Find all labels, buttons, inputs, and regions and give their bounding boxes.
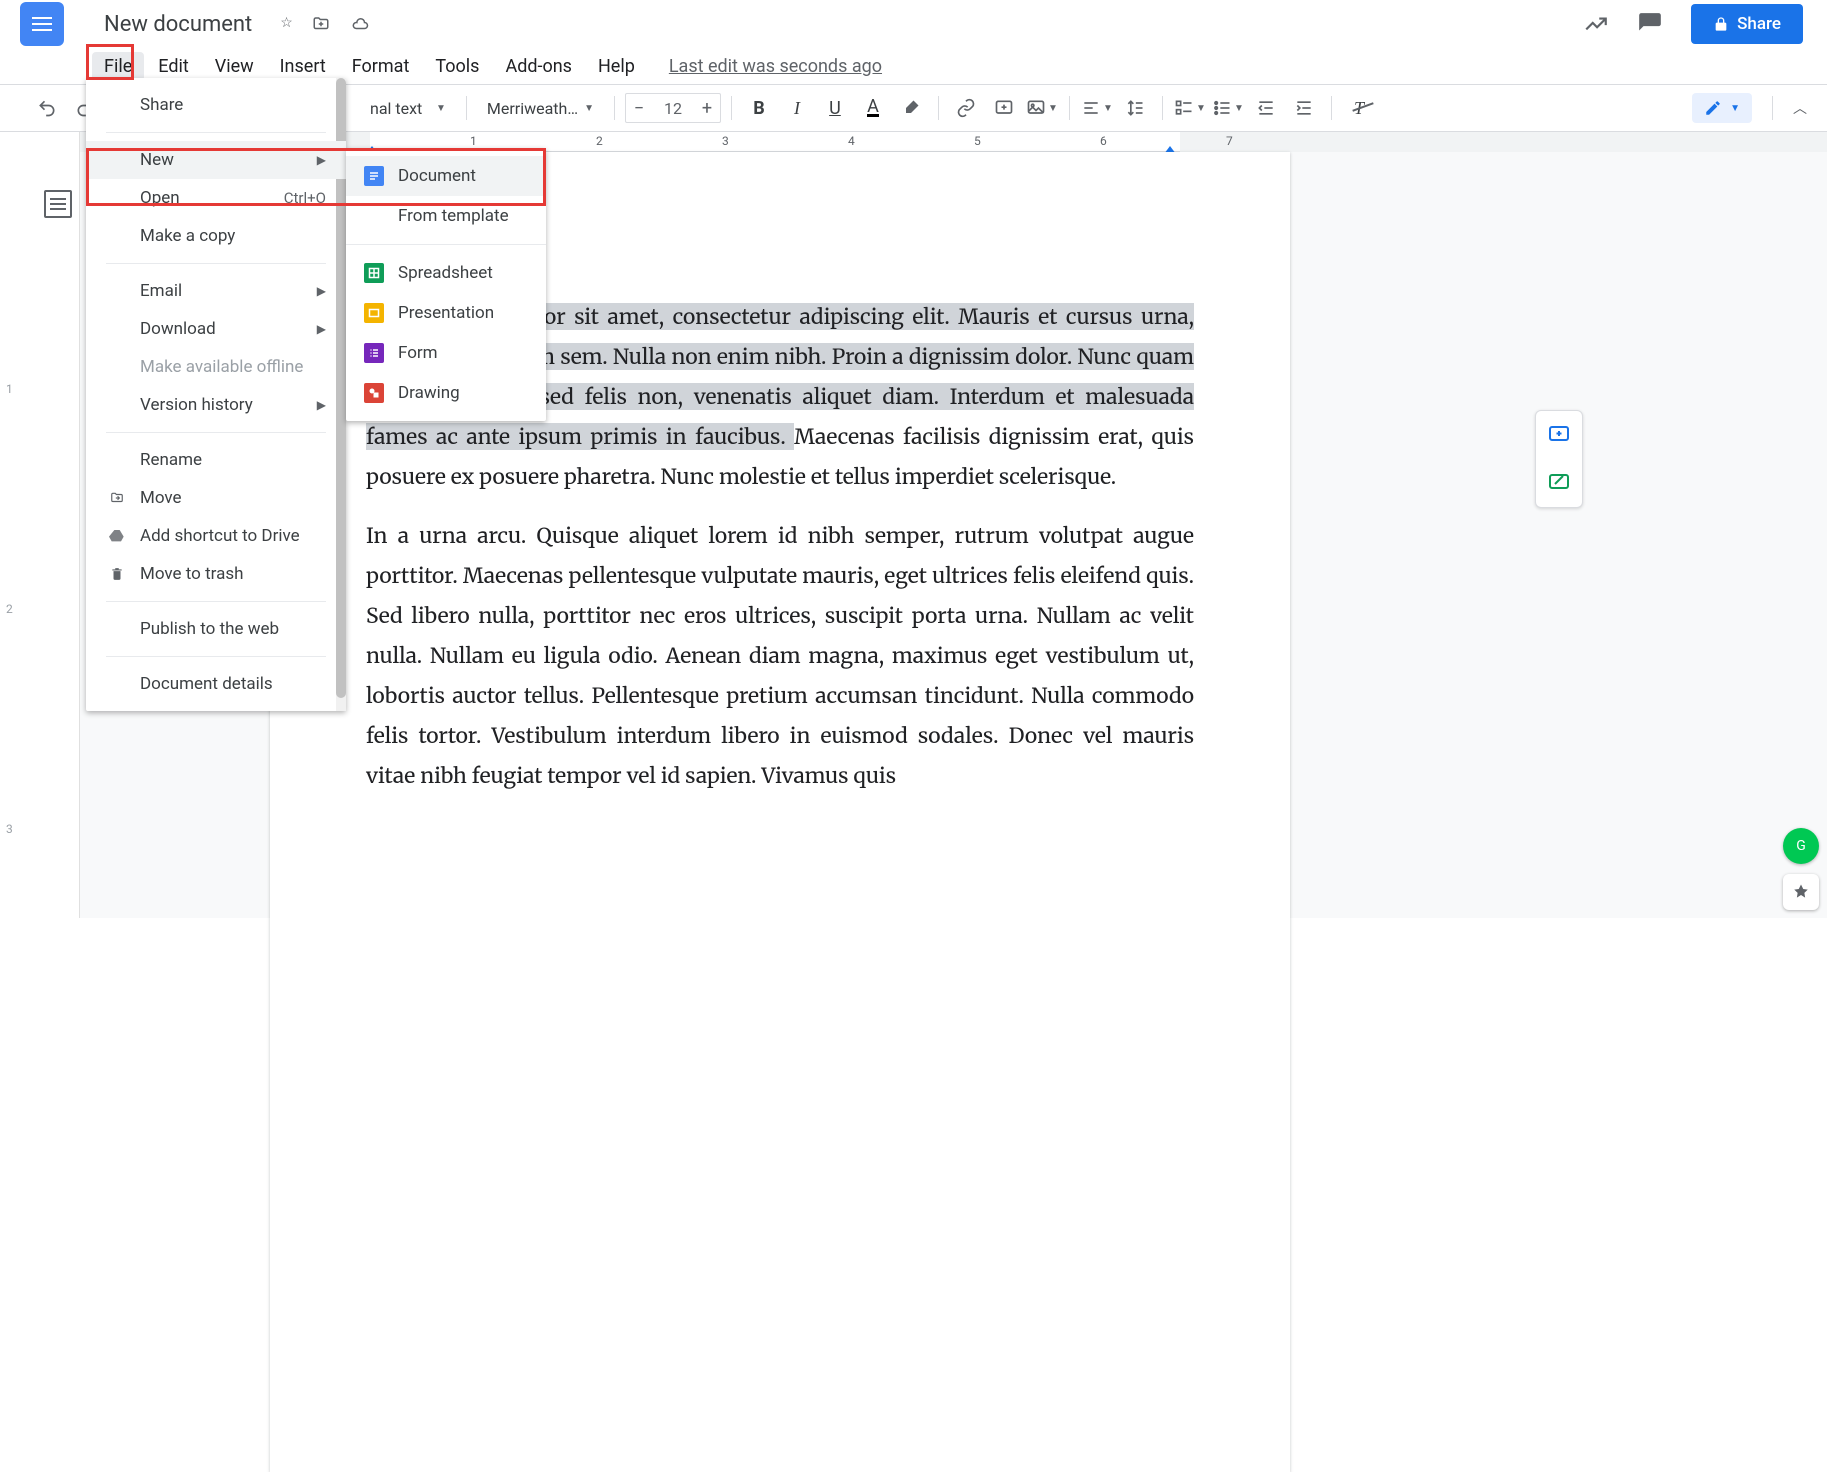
menu-insert[interactable]: Insert bbox=[268, 52, 338, 81]
insert-link-button[interactable] bbox=[949, 93, 983, 123]
menu-help[interactable]: Help bbox=[586, 52, 647, 81]
vruler-tick: 3 bbox=[6, 822, 13, 836]
file-menu-offline: Make available offline bbox=[86, 348, 346, 386]
editing-mode-button[interactable]: ▼ bbox=[1692, 93, 1752, 123]
align-button[interactable]: ▼ bbox=[1080, 93, 1114, 123]
floating-comment-buttons bbox=[1535, 410, 1583, 508]
slides-icon bbox=[364, 303, 384, 323]
move-folder-icon[interactable] bbox=[311, 15, 331, 33]
docs-logo-icon[interactable] bbox=[20, 2, 64, 46]
explore-button[interactable] bbox=[1783, 874, 1819, 910]
file-menu-open[interactable]: OpenCtrl+O bbox=[86, 179, 346, 217]
bold-button[interactable]: B bbox=[742, 93, 776, 123]
file-menu-add-shortcut[interactable]: Add shortcut to Drive bbox=[86, 517, 346, 555]
title-bar: New document ☆ Share bbox=[0, 0, 1827, 48]
line-spacing-button[interactable] bbox=[1118, 93, 1152, 123]
submenu-form[interactable]: Form bbox=[346, 333, 546, 373]
ruler-tick: 7 bbox=[1226, 134, 1233, 148]
file-menu-new[interactable]: New▶ bbox=[86, 141, 346, 179]
lock-icon bbox=[1713, 16, 1729, 32]
menu-file[interactable]: File bbox=[92, 52, 144, 81]
sheets-icon bbox=[364, 263, 384, 283]
ruler-tick: 3 bbox=[722, 134, 729, 148]
undo-button[interactable] bbox=[30, 93, 64, 123]
ruler-tick: 1 bbox=[470, 134, 477, 148]
checklist-button[interactable]: ▼ bbox=[1173, 93, 1207, 123]
bulleted-list-button[interactable]: ▼ bbox=[1211, 93, 1245, 123]
hide-menus-button[interactable]: ︿ bbox=[1783, 93, 1817, 123]
clear-formatting-button[interactable]: T bbox=[1342, 93, 1376, 123]
file-menu-details[interactable]: Document details bbox=[86, 665, 346, 703]
document-title[interactable]: New document bbox=[104, 12, 252, 37]
indent-increase-button[interactable] bbox=[1287, 93, 1321, 123]
outline-icon[interactable] bbox=[44, 190, 72, 218]
font-size-control[interactable]: − 12 + bbox=[625, 93, 721, 123]
move-icon bbox=[108, 491, 126, 505]
file-menu-make-copy[interactable]: Make a copy bbox=[86, 217, 346, 255]
forms-icon bbox=[364, 343, 384, 363]
grammarly-icon[interactable]: G bbox=[1783, 828, 1819, 864]
file-menu-download[interactable]: Download▶ bbox=[86, 310, 346, 348]
ruler-tick: 6 bbox=[1100, 134, 1107, 148]
file-menu-version[interactable]: Version history▶ bbox=[86, 386, 346, 424]
file-menu-share[interactable]: Share bbox=[86, 86, 346, 124]
bottom-right-controls: G bbox=[1783, 828, 1819, 910]
paragraph-style-dropdown[interactable]: nal text▼ bbox=[360, 93, 456, 123]
menu-edit[interactable]: Edit bbox=[146, 52, 200, 81]
menu-format[interactable]: Format bbox=[340, 52, 422, 81]
add-comment-button[interactable] bbox=[1536, 411, 1582, 459]
file-menu: Share New▶ OpenCtrl+O Make a copy Email▶… bbox=[86, 78, 346, 711]
share-label: Share bbox=[1737, 14, 1781, 34]
highlight-button[interactable] bbox=[894, 93, 928, 123]
ruler-tick: 5 bbox=[974, 134, 981, 148]
last-edit-link[interactable]: Last edit was seconds ago bbox=[669, 56, 882, 77]
drawings-icon bbox=[364, 383, 384, 403]
file-menu-email[interactable]: Email▶ bbox=[86, 272, 346, 310]
paragraph[interactable]: In a urna arcu. Quisque aliquet lorem id… bbox=[366, 516, 1194, 795]
comments-icon[interactable] bbox=[1637, 11, 1663, 37]
left-rail bbox=[0, 132, 80, 918]
menu-tools[interactable]: Tools bbox=[423, 52, 491, 81]
indent-decrease-button[interactable] bbox=[1249, 93, 1283, 123]
ruler-tick: 4 bbox=[848, 134, 855, 148]
file-menu-move[interactable]: Move bbox=[86, 479, 346, 517]
share-button[interactable]: Share bbox=[1691, 4, 1803, 44]
docs-icon bbox=[364, 166, 384, 186]
ruler-tick: 2 bbox=[596, 134, 603, 148]
vruler-tick: 1 bbox=[6, 382, 13, 396]
submenu-spreadsheet[interactable]: Spreadsheet bbox=[346, 253, 546, 293]
submenu-presentation[interactable]: Presentation bbox=[346, 293, 546, 333]
star-icon[interactable]: ☆ bbox=[280, 15, 293, 33]
insert-comment-button[interactable] bbox=[987, 93, 1021, 123]
vruler-tick: 2 bbox=[6, 602, 13, 616]
menu-view[interactable]: View bbox=[203, 52, 266, 81]
font-family-dropdown[interactable]: Merriweath…▼ bbox=[477, 93, 604, 123]
file-new-submenu: Document From template Spreadsheet Prese… bbox=[346, 148, 546, 421]
underline-button[interactable]: U bbox=[818, 93, 852, 123]
menu-addons[interactable]: Add-ons bbox=[493, 52, 584, 81]
activity-icon[interactable] bbox=[1583, 11, 1609, 37]
italic-button[interactable]: I bbox=[780, 93, 814, 123]
font-size-increase[interactable]: + bbox=[694, 98, 720, 119]
file-menu-trash[interactable]: Move to trash bbox=[86, 555, 346, 593]
font-size-decrease[interactable]: − bbox=[626, 98, 652, 119]
file-menu-rename[interactable]: Rename bbox=[86, 441, 346, 479]
submenu-document[interactable]: Document bbox=[346, 156, 546, 196]
insert-image-button[interactable]: ▼ bbox=[1025, 93, 1059, 123]
cloud-status-icon[interactable] bbox=[349, 15, 371, 33]
submenu-from-template[interactable]: From template bbox=[346, 196, 546, 236]
drive-icon bbox=[108, 528, 126, 544]
trash-icon bbox=[108, 566, 126, 582]
text-color-button[interactable]: A bbox=[856, 93, 890, 123]
font-size-value[interactable]: 12 bbox=[652, 99, 694, 118]
suggest-edit-button[interactable] bbox=[1536, 459, 1582, 507]
file-menu-publish[interactable]: Publish to the web bbox=[86, 610, 346, 648]
submenu-drawing[interactable]: Drawing bbox=[346, 373, 546, 413]
